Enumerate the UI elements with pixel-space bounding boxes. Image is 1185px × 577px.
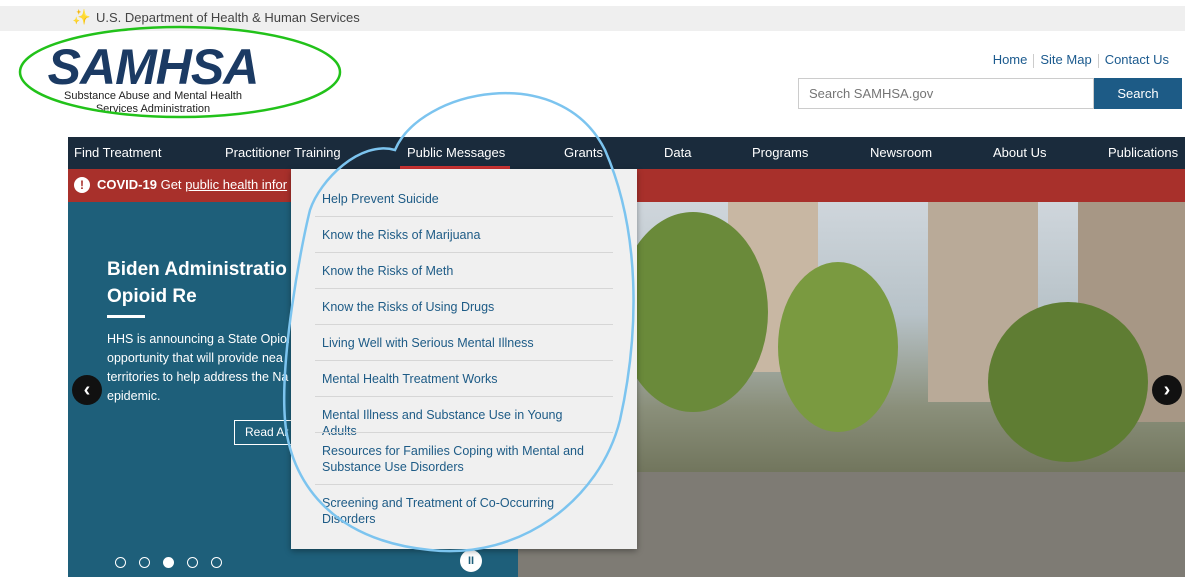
read-more-button[interactable]: Read Ar [234, 420, 296, 445]
carousel-dot[interactable] [211, 557, 222, 568]
main-nav: Find Treatment Practitioner Training Pub… [68, 137, 1185, 169]
dropdown-divider [315, 484, 613, 485]
carousel-dot-active[interactable] [163, 557, 174, 568]
dropdown-divider [315, 216, 613, 217]
nav-public-messages[interactable]: Public Messages [407, 137, 505, 169]
dropdown-item[interactable]: Know the Risks of Marijuana [322, 227, 592, 243]
carousel-next-icon[interactable]: › [1152, 375, 1182, 405]
covid-link[interactable]: public health infor [185, 177, 287, 192]
site-map-link[interactable]: Site Map [1040, 52, 1091, 67]
divider [1097, 53, 1099, 68]
dropdown-item[interactable]: Mental Health Treatment Works [322, 371, 592, 387]
pause-icon[interactable]: II [460, 550, 482, 572]
covid-label: COVID-19 [97, 177, 157, 192]
logo-wordmark: SAMHSA [47, 39, 260, 95]
dropdown-divider [315, 396, 613, 397]
photo-tree [988, 302, 1148, 462]
search-button[interactable]: Search [1094, 78, 1182, 109]
carousel-dot[interactable] [187, 557, 198, 568]
dropdown-item[interactable]: Screening and Treatment of Co-Occurring … [322, 495, 592, 527]
nav-programs[interactable]: Programs [752, 137, 808, 169]
nav-practitioner-training[interactable]: Practitioner Training [225, 137, 341, 169]
public-messages-dropdown: Help Prevent Suicide Know the Risks of M… [291, 169, 637, 549]
home-link[interactable]: Home [993, 52, 1028, 67]
carousel-body: HHS is announcing a State Opioi opportun… [107, 332, 290, 403]
dropdown-divider [315, 288, 613, 289]
dropdown-divider [315, 432, 613, 433]
carousel-dot[interactable] [139, 557, 150, 568]
dropdown-item[interactable]: Resources for Families Coping with Menta… [322, 443, 592, 475]
photo-tree [778, 262, 898, 432]
search-input[interactable] [798, 78, 1094, 109]
covid-get: Get [160, 177, 182, 192]
carousel-prev-icon[interactable]: ‹ [72, 375, 102, 405]
alert-icon: ! [74, 177, 90, 193]
dropdown-item[interactable]: Mental Illness and Substance Use in Youn… [322, 407, 592, 439]
hhs-link[interactable]: U.S. Department of Health & Human Servic… [96, 10, 360, 26]
dropdown-item[interactable]: Know the Risks of Using Drugs [322, 299, 592, 315]
nav-newsroom[interactable]: Newsroom [870, 137, 932, 169]
covid-banner-text: COVID-19 Get public health infor [97, 177, 287, 192]
dropdown-divider [315, 360, 613, 361]
nav-publications[interactable]: Publications [1108, 137, 1178, 169]
nav-find-treatment[interactable]: Find Treatment [74, 137, 161, 169]
samhsa-logo[interactable]: SAMHSA Substance Abuse and Mental Health… [18, 39, 288, 120]
carousel-title-rule [107, 315, 145, 318]
contact-us-link[interactable]: Contact Us [1105, 52, 1169, 67]
dropdown-item[interactable]: Living Well with Serious Mental Illness [322, 335, 592, 351]
dropdown-divider [315, 324, 613, 325]
nav-grants[interactable]: Grants [564, 137, 603, 169]
dropdown-item[interactable]: Help Prevent Suicide [322, 191, 592, 207]
dropdown-divider [315, 252, 613, 253]
eagle-icon: ✨ [72, 9, 91, 26]
photo-tree [618, 212, 768, 412]
dropdown-item[interactable]: Know the Risks of Meth [322, 263, 592, 279]
divider [1033, 53, 1035, 68]
nav-data[interactable]: Data [664, 137, 691, 169]
nav-about-us[interactable]: About Us [993, 137, 1046, 169]
carousel-dot[interactable] [115, 557, 126, 568]
logo-subtitle-line-2: Services Administration [95, 103, 211, 115]
utility-links: Home Site Map Contact Us [993, 52, 1169, 68]
